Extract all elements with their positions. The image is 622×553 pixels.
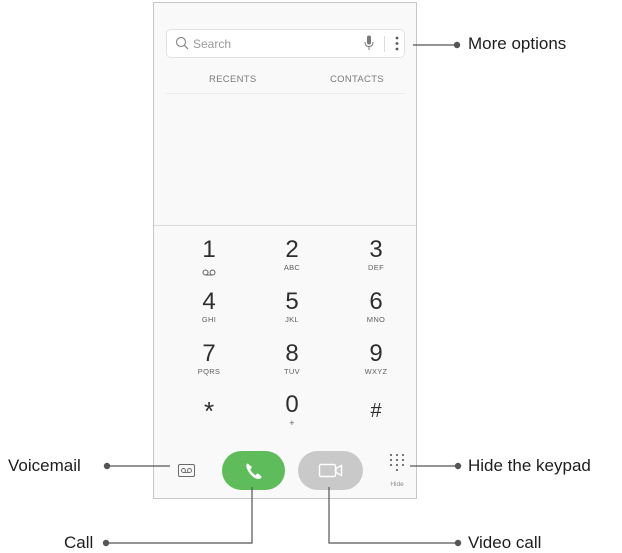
callout-call: Call (64, 533, 94, 552)
call-leader (107, 487, 253, 544)
video-call-leader (328, 487, 457, 544)
more-options-dot (453, 41, 461, 49)
hide-keypad-dot (454, 462, 462, 470)
video-call-dot (454, 539, 462, 547)
callout-voicemail: Voicemail (8, 456, 81, 475)
voicemail-dot (103, 462, 111, 470)
callout-video-call: Video call (468, 533, 542, 552)
callout-hide-keypad: Hide the keypad (468, 456, 591, 475)
call-dot (102, 539, 110, 547)
callout-more-options: More options (468, 34, 567, 53)
